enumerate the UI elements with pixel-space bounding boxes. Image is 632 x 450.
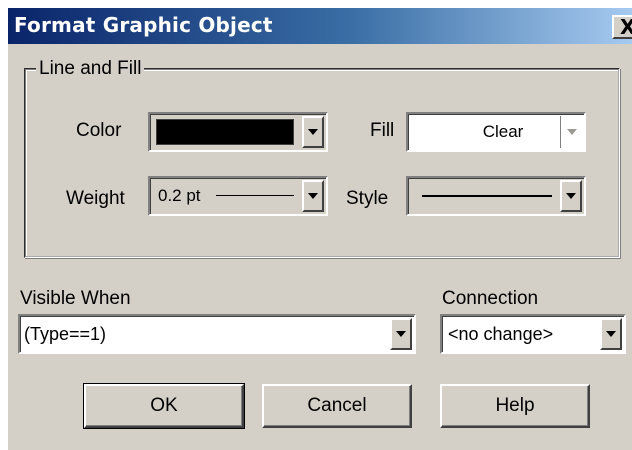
weight-line-sample: [216, 195, 294, 196]
style-label: Style: [346, 188, 389, 209]
chevron-down-icon: [308, 193, 318, 199]
style-dropdown[interactable]: [406, 176, 586, 216]
connection-dropdown[interactable]: <no change>: [440, 314, 626, 354]
connection-label: Connection: [442, 288, 539, 309]
screen-edge-top: [0, 0, 632, 8]
screen-edge-left: [0, 0, 8, 450]
visible-when-combobox[interactable]: (Type==1): [18, 314, 416, 354]
window-title: Format Graphic Object: [14, 13, 273, 37]
fill-label: Fill: [370, 120, 395, 141]
color-label: Color: [76, 120, 122, 141]
chevron-down-icon: [606, 331, 616, 337]
connection-value: <no change>: [448, 324, 554, 344]
color-dropdown-button[interactable]: [302, 116, 324, 148]
title-bar: Format Graphic Object X: [8, 8, 632, 44]
style-line-sample: [422, 195, 552, 197]
fill-dropdown[interactable]: Clear: [406, 112, 586, 152]
close-icon: X: [620, 17, 632, 37]
color-swatch: [156, 119, 294, 145]
connection-dropdown-button[interactable]: [600, 318, 622, 350]
help-button[interactable]: Help: [440, 384, 590, 428]
color-dropdown[interactable]: [148, 112, 328, 152]
fill-dropdown-button[interactable]: [560, 116, 582, 148]
chevron-down-icon: [396, 331, 406, 337]
style-dropdown-button[interactable]: [560, 180, 582, 212]
line-and-fill-group: [24, 68, 620, 258]
weight-dropdown[interactable]: 0.2 pt: [148, 176, 328, 216]
weight-value: 0.2 pt: [158, 186, 201, 205]
chevron-down-icon: [566, 129, 577, 135]
close-button[interactable]: X: [612, 15, 632, 39]
weight-dropdown-button[interactable]: [302, 180, 324, 212]
visible-when-dropdown-button[interactable]: [390, 318, 412, 350]
visible-when-label: Visible When: [20, 288, 131, 309]
ok-button[interactable]: OK: [83, 383, 245, 429]
weight-label: Weight: [66, 188, 125, 209]
fill-value: Clear: [482, 122, 524, 141]
chevron-down-icon: [308, 129, 318, 135]
cancel-button[interactable]: Cancel: [262, 384, 412, 428]
format-graphic-object-dialog: Format Graphic Object X Line and Fill Co…: [0, 0, 632, 450]
chevron-down-icon: [566, 193, 576, 199]
visible-when-value[interactable]: (Type==1): [24, 324, 106, 345]
line-and-fill-group-label: Line and Fill: [36, 58, 145, 80]
